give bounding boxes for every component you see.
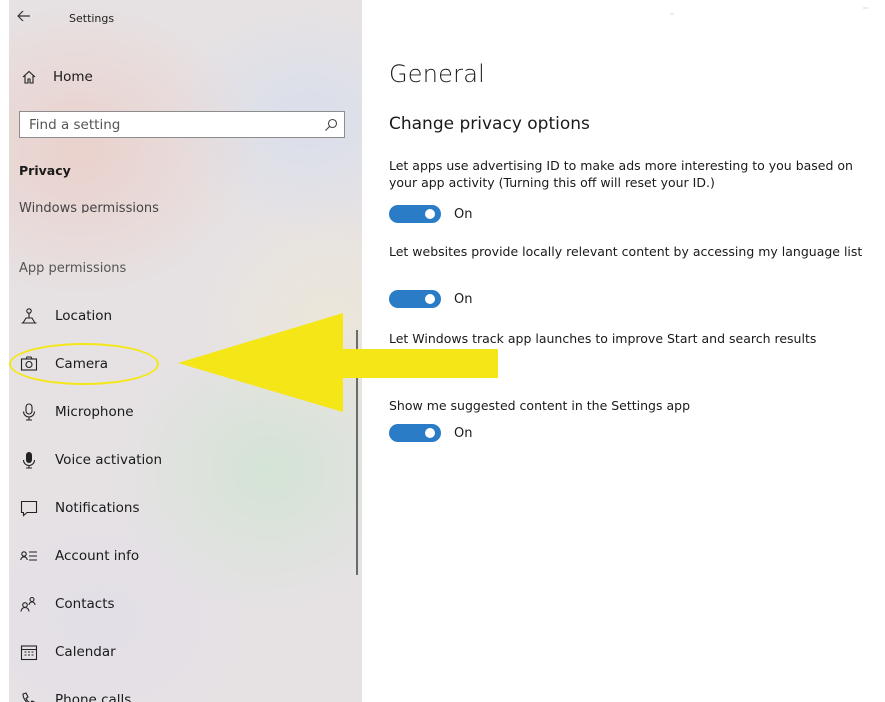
- main-content: General Change privacy options Let apps …: [362, 0, 885, 702]
- sidebar-item-account-info[interactable]: Account info: [19, 543, 139, 569]
- toggle-switch[interactable]: [389, 290, 441, 308]
- home-icon: [19, 69, 39, 85]
- voice-activation-icon: [19, 450, 39, 470]
- toggle-suggested-content[interactable]: On: [389, 424, 472, 442]
- sidebar-item-label: Camera: [55, 356, 108, 372]
- search-input[interactable]: [20, 112, 318, 137]
- sidebar-item-label: Account info: [55, 548, 140, 564]
- toggle-knob: [425, 428, 435, 438]
- section-title: Change privacy options: [389, 114, 590, 134]
- calendar-icon: [19, 642, 39, 662]
- sidebar-item-microphone[interactable]: Microphone: [19, 399, 134, 425]
- sidebar-item-voice-activation[interactable]: Voice activation: [19, 447, 162, 473]
- toggle-state-label: On: [454, 425, 473, 441]
- toggle-switch[interactable]: [389, 205, 441, 223]
- microphone-icon: [19, 402, 39, 422]
- sidebar-item-label: Notifications: [55, 500, 140, 516]
- sidebar-item-label: Microphone: [55, 404, 134, 420]
- sidebar-item-label: Phone calls: [55, 692, 132, 702]
- location-icon: [19, 306, 39, 326]
- sidebar-item-notifications[interactable]: Notifications: [19, 495, 140, 521]
- sidebar-item-camera[interactable]: Camera: [19, 351, 108, 377]
- option-description-app-launches: Let Windows track app launches to improv…: [389, 331, 817, 346]
- sidebar-item-contacts[interactable]: Contacts: [19, 591, 115, 617]
- section-heading-windows-permissions: Windows permissions: [19, 201, 159, 213]
- toggle-knob: [425, 294, 435, 304]
- section-heading-privacy: Privacy: [19, 163, 71, 178]
- notifications-icon: [19, 498, 39, 518]
- sidebar: Settings Home Privacy Windows permission…: [9, 0, 362, 702]
- option-description-language-list: Let websites provide locally relevant co…: [389, 244, 863, 259]
- phone-calls-icon: [19, 690, 39, 702]
- section-heading-app-permissions: App permissions: [19, 261, 127, 276]
- search-box[interactable]: [19, 111, 345, 138]
- sidebar-scrollbar[interactable]: [356, 330, 358, 575]
- home-nav-item[interactable]: Home: [19, 64, 93, 90]
- search-icon[interactable]: [318, 118, 344, 132]
- sidebar-item-label: Voice activation: [55, 452, 163, 468]
- toggle-language-list[interactable]: On: [389, 290, 472, 308]
- sidebar-item-calendar[interactable]: Calendar: [19, 639, 116, 665]
- sidebar-item-label: Contacts: [55, 596, 115, 612]
- sidebar-item-label: Location: [55, 308, 113, 324]
- sidebar-item-phone-calls[interactable]: Phone calls: [19, 687, 131, 702]
- toggle-advertising-id[interactable]: On: [389, 205, 472, 223]
- camera-icon: [19, 354, 39, 374]
- toggle-state-label: On: [454, 206, 473, 222]
- home-label: Home: [53, 69, 93, 85]
- sidebar-item-label: Calendar: [55, 644, 116, 660]
- window-title: Settings: [69, 12, 115, 25]
- toggle-state-label: On: [454, 291, 473, 307]
- toggle-switch[interactable]: [389, 424, 441, 442]
- option-description-suggested-content: Show me suggested content in the Setting…: [389, 398, 691, 413]
- sidebar-item-location[interactable]: Location: [19, 303, 112, 329]
- option-description-advertising-id: Let apps use advertising ID to make ads …: [389, 158, 853, 190]
- page-title: General: [389, 60, 485, 88]
- account-info-icon: [19, 546, 39, 566]
- back-arrow-icon[interactable]: [17, 8, 31, 26]
- contacts-icon: [19, 594, 39, 614]
- toggle-knob: [425, 209, 435, 219]
